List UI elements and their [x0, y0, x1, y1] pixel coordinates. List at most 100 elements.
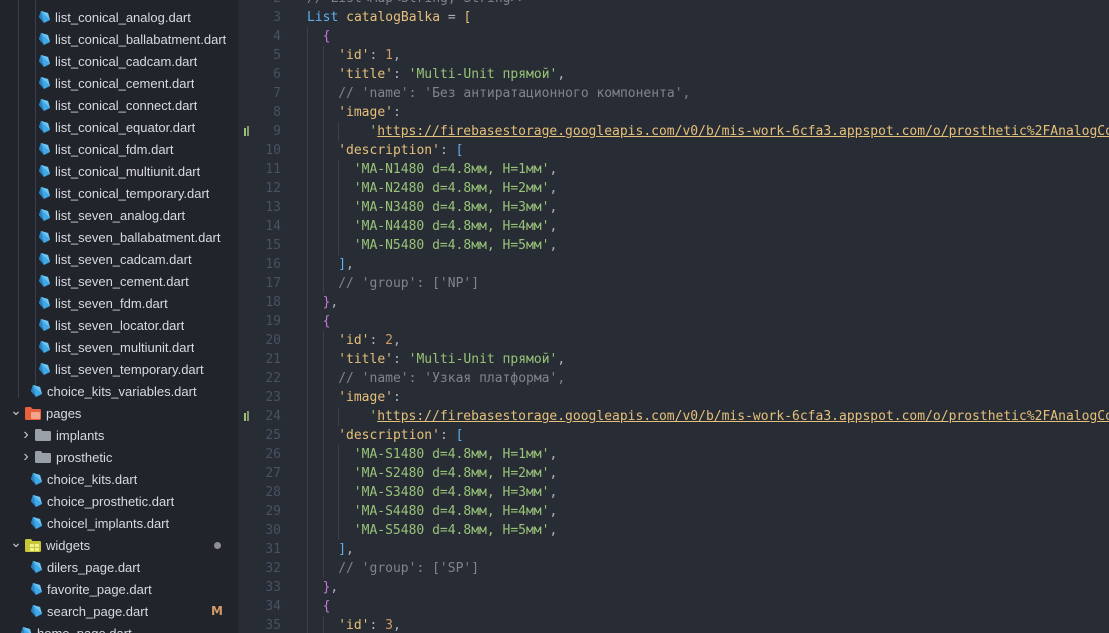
code-line[interactable]: 29 'MA-S4480 d=4.8мм, H=4мм', [238, 502, 1109, 521]
modified-badge: M [211, 604, 223, 618]
code-line[interactable]: 27 'MA-S2480 d=4.8мм, H=2мм', [238, 464, 1109, 483]
chevron-down-icon[interactable]: ⌄ [8, 534, 24, 551]
code-token[interactable]: https://firebasestorage.googleapis.com/v… [377, 409, 1109, 424]
code-line[interactable]: 22 // 'name': 'Узкая платформа', [238, 369, 1109, 388]
code-line[interactable]: 26 'MA-S1480 d=4.8мм, H=1мм', [238, 445, 1109, 464]
tree-file[interactable]: choice_prosthetic.dart [0, 490, 238, 512]
tree-file[interactable]: list_seven_analog.dart [0, 204, 238, 226]
code-token: , [330, 580, 339, 595]
tree-file[interactable]: list_conical_fdm.dart [0, 138, 238, 160]
code-line[interactable]: 7 // 'name': 'Без антиратационного компон… [238, 84, 1109, 103]
indent-guide [338, 160, 340, 179]
tree-item-label: list_seven_analog.dart [55, 207, 186, 223]
code-line[interactable]: 20 'id': 2, [238, 331, 1109, 350]
code-line[interactable]: 35 'id': 3, [238, 616, 1109, 633]
code-line[interactable]: 17 // 'group': ['NP'] [238, 274, 1109, 293]
indent-guide [322, 540, 324, 559]
code-token: , [549, 200, 558, 215]
code-line[interactable]: 13 'MA-N3480 d=4.8мм, H=3мм', [238, 198, 1109, 217]
chevron-right-icon[interactable]: › [18, 448, 34, 466]
code-token: , [549, 466, 558, 481]
tree-folder-implants[interactable]: › implants [0, 424, 238, 446]
code-line[interactable]: 9 'https://firebasestorage.googleapis.com… [238, 122, 1109, 141]
tree-file[interactable]: favorite_page.dart [0, 578, 238, 600]
indent-guide [322, 46, 324, 65]
code-line[interactable]: 30 'MA-S5480 d=4.8мм, H=5мм', [238, 521, 1109, 540]
tree-file[interactable]: list_conical_cadcam.dart [0, 50, 238, 72]
code-line[interactable]: 3 List catalogBalka = [ [238, 8, 1109, 27]
line-number: 19 [265, 314, 281, 329]
chevron-down-icon[interactable]: ⌄ [8, 402, 24, 419]
code-line[interactable]: 15 'MA-N5480 d=4.8мм, H=5мм', [238, 236, 1109, 255]
dart-file-icon [36, 273, 52, 289]
code-text: 'MA-S1480 d=4.8мм, H=1мм', [354, 445, 558, 464]
tree-file[interactable]: list_conical_cement.dart [0, 72, 238, 94]
indent-guide [322, 616, 324, 633]
code-text: // 'name': 'Узкая платформа', [338, 369, 565, 388]
tree-folder-pages[interactable]: ⌄ pages [0, 402, 238, 424]
code-line[interactable]: 8 'image': [238, 103, 1109, 122]
tree-file[interactable]: dilers_page.dart [0, 556, 238, 578]
chevron-right-icon[interactable]: › [18, 426, 34, 444]
code-line[interactable]: 5 'id': 1, [238, 46, 1109, 65]
code-token: : [392, 352, 409, 367]
code-line[interactable]: 12 'MA-N2480 d=4.8мм, H=2мм', [238, 179, 1109, 198]
tree-folder-widgets[interactable]: ⌄ widgets [0, 534, 238, 556]
tree-item-label: choice_prosthetic.dart [47, 493, 175, 509]
tree-item-label: pages [46, 405, 82, 421]
line-number: 12 [265, 181, 281, 196]
tree-file[interactable]: home_page.dart [0, 622, 238, 633]
tree-file[interactable]: list_seven_temporary.dart [0, 358, 238, 380]
dart-file-icon [36, 9, 52, 25]
git-change-marker-icon[interactable] [244, 411, 250, 423]
tree-item-label: search_page.dart [47, 603, 149, 619]
code-line[interactable]: 28 'MA-S3480 d=4.8мм, H=3мм', [238, 483, 1109, 502]
tree-file[interactable]: list_conical_equator.dart [0, 116, 238, 138]
tree-file[interactable]: list_conical_temporary.dart [0, 182, 238, 204]
tree-file[interactable]: list_conical_connect.dart [0, 94, 238, 116]
code-line[interactable]: 19 { [238, 312, 1109, 331]
tree-file[interactable]: list_seven_fdm.dart [0, 292, 238, 314]
file-explorer: list_conical_analog.dart list_conical_bal… [0, 0, 238, 633]
code-line[interactable]: 18}, [238, 293, 1109, 312]
tree-file[interactable]: list_seven_locator.dart [0, 314, 238, 336]
tree-file[interactable]: search_page.dart M [0, 600, 238, 622]
code-line[interactable]: 33}, [238, 578, 1109, 597]
code-line[interactable]: 6 'title': 'Multi-Unit прямой', [238, 65, 1109, 84]
line-number: 24 [265, 409, 281, 424]
code-line[interactable]: 14 'MA-N4480 d=4.8мм, H=4мм', [238, 217, 1109, 236]
code-line[interactable]: 24 'https://firebasestorage.googleapis.co… [238, 407, 1109, 426]
code-line[interactable]: 2 // List<Map<String, String>> [238, 0, 1109, 8]
tree-file[interactable]: list_conical_analog.dart [0, 6, 238, 28]
tree-file[interactable]: choice_kits.dart [0, 468, 238, 490]
tree-file[interactable]: list_seven_ballabatment.dart [0, 226, 238, 248]
code-line[interactable]: 23 'image': [238, 388, 1109, 407]
code-line[interactable]: 16], [238, 255, 1109, 274]
tree-file[interactable]: choicel_implants.dart [0, 512, 238, 534]
indent-guide [338, 407, 340, 426]
code-line[interactable]: 21 'title': 'Multi-Unit прямой', [238, 350, 1109, 369]
tree-file[interactable]: list_conical_multiunit.dart [0, 160, 238, 182]
line-number: 11 [265, 162, 281, 177]
line-number: 2 [260, 0, 281, 8]
code-line[interactable]: 11 'MA-N1480 d=4.8мм, H=1мм', [238, 160, 1109, 179]
line-number: 34 [265, 599, 281, 614]
tree-file[interactable]: list_seven_multiunit.dart [0, 336, 238, 358]
dart-file-icon [28, 471, 44, 487]
code-line[interactable]: 32 // 'group': ['SP'] [238, 559, 1109, 578]
tree-file[interactable]: choice_kits_variables.dart [0, 380, 238, 402]
code-line[interactable]: 4{ [238, 27, 1109, 46]
git-change-marker-icon[interactable] [244, 126, 250, 138]
code-token[interactable]: https://firebasestorage.googleapis.com/v… [377, 124, 1109, 139]
code-line[interactable]: 34 { [238, 597, 1109, 616]
code-line[interactable]: 25 'description': [ [238, 426, 1109, 445]
tree-folder-prosthetic[interactable]: › prosthetic [0, 446, 238, 468]
tree-file[interactable]: list_seven_cement.dart [0, 270, 238, 292]
tree-file[interactable]: list_seven_cadcam.dart [0, 248, 238, 270]
dart-file-icon [36, 97, 52, 113]
code-line[interactable]: 31], [238, 540, 1109, 559]
tree-file[interactable]: list_conical_ballabatment.dart [0, 28, 238, 50]
code-line[interactable]: 10 'description': [ [238, 141, 1109, 160]
code-editor[interactable]: 2 // List<Map<String, String>> 3 List catal… [238, 0, 1109, 633]
indent-guide [338, 483, 340, 502]
